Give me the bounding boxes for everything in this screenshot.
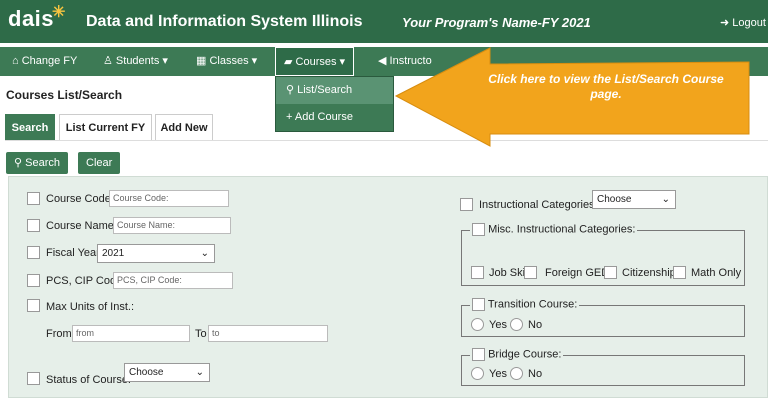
foreign-ged-label: Foreign GED	[545, 267, 610, 279]
instructional-categories-label: Instructional Categories:	[479, 199, 598, 211]
fiscal-year-checkbox[interactable]	[27, 246, 40, 259]
from-input[interactable]: from	[72, 325, 190, 342]
clear-button[interactable]: Clear	[78, 152, 121, 174]
program-name: Your Program's Name-FY 2021	[402, 15, 591, 30]
app-title: Data and Information System Illinois	[86, 13, 363, 30]
book-icon: ▰	[284, 56, 296, 68]
status-checkbox[interactable]	[27, 372, 40, 385]
misc-categories-checkbox[interactable]	[472, 223, 485, 236]
transition-course-group: Transition Course: Yes No	[461, 298, 745, 337]
status-label: Status of Course:	[46, 374, 131, 386]
page-title: Courses List/Search	[6, 88, 123, 102]
transition-legend: Transition Course:	[470, 298, 580, 311]
to-label: To	[195, 328, 207, 340]
caret-down-icon: ▾	[162, 55, 168, 67]
tab-search[interactable]: Search	[5, 114, 55, 140]
max-units-label: Max Units of Inst.:	[46, 301, 135, 313]
chevron-down-icon: ⌄	[195, 367, 204, 378]
sun-burst-icon: ✳	[52, 4, 66, 21]
math-only-checkbox[interactable]	[673, 266, 686, 279]
caret-down-icon: ▾	[339, 56, 346, 68]
plus-icon: +	[286, 111, 295, 123]
search-button[interactable]: ⚲ Search	[6, 152, 68, 174]
menu-item-add-course[interactable]: + Add Course	[276, 104, 393, 131]
bridge-legend: Bridge Course:	[470, 348, 564, 361]
citizenship-checkbox[interactable]	[604, 266, 617, 279]
tab-add-new[interactable]: Add New	[155, 114, 213, 140]
status-select[interactable]: Choose ⌄	[124, 363, 210, 382]
app-header: dais ✳ Data and Information System Illino…	[0, 0, 768, 43]
transition-no-radio[interactable]	[510, 318, 523, 331]
max-units-checkbox[interactable]	[27, 299, 40, 312]
transition-checkbox[interactable]	[472, 298, 485, 311]
foreign-ged-checkbox[interactable]	[524, 266, 537, 279]
callout-text: Click here to view the List/Search Cours…	[488, 72, 724, 101]
nav-courses[interactable]: ▰ Courses ▾	[275, 47, 355, 76]
bridge-no-label: No	[528, 368, 543, 380]
from-label: From	[46, 328, 72, 340]
pcs-cip-checkbox[interactable]	[27, 274, 40, 287]
instructional-categories-checkbox[interactable]	[460, 198, 473, 211]
nav-change-fy[interactable]: ⌂ Change FY	[12, 47, 77, 76]
math-only-label: Math Only	[691, 267, 742, 279]
job-skill-checkbox[interactable]	[471, 266, 484, 279]
bridge-course-group: Bridge Course: Yes No	[461, 348, 745, 386]
building-icon: ▦	[196, 55, 210, 67]
bullhorn-icon: ◀	[378, 55, 390, 67]
nav-classes[interactable]: ▦ Classes ▾	[196, 47, 257, 76]
citizenship-label: Citizenship	[622, 267, 676, 279]
chevron-down-icon: ⌄	[661, 194, 670, 205]
transition-no-label: No	[528, 319, 543, 331]
course-code-label: Course Code:	[46, 193, 114, 205]
nav-students[interactable]: ♙ Students ▾	[103, 47, 168, 76]
chevron-down-icon: ⌄	[200, 248, 209, 259]
misc-categories-group: Misc. Instructional Categories: Job Skil…	[461, 223, 745, 286]
course-name-label: Course Name:	[46, 220, 117, 232]
transition-yes-label: Yes	[489, 319, 507, 331]
bridge-yes-label: Yes	[489, 368, 507, 380]
bridge-no-radio[interactable]	[510, 367, 523, 380]
to-input[interactable]: to	[208, 325, 328, 342]
fiscal-year-select[interactable]: 2021 ⌄	[97, 244, 215, 263]
bridge-yes-radio[interactable]	[471, 367, 484, 380]
home-icon: ⌂	[12, 55, 22, 67]
misc-categories-legend: Misc. Instructional Categories:	[470, 223, 638, 236]
logout-icon: ➜	[720, 17, 733, 29]
search-form: Course Code: Course Code: Course Name: C…	[8, 176, 768, 398]
dais-logo[interactable]: dais ✳	[8, 4, 65, 32]
person-icon: ♙	[103, 55, 116, 67]
menu-item-list-search[interactable]: ⚲ List/Search	[276, 77, 393, 104]
course-code-input[interactable]: Course Code:	[109, 190, 229, 207]
course-name-checkbox[interactable]	[27, 219, 40, 232]
search-icon: ⚲	[14, 157, 26, 169]
transition-yes-radio[interactable]	[471, 318, 484, 331]
pcs-cip-input[interactable]: PCS, CIP Code:	[113, 272, 233, 289]
search-icon: ⚲	[286, 84, 298, 96]
bridge-checkbox[interactable]	[472, 348, 485, 361]
fiscal-year-label: Fiscal Year:	[46, 247, 103, 259]
course-code-checkbox[interactable]	[27, 192, 40, 205]
caret-down-icon: ▾	[251, 55, 258, 67]
courses-dropdown: ⚲ List/Search + Add Course	[275, 76, 394, 132]
tab-list-current-fy[interactable]: List Current FY	[59, 114, 152, 140]
logout-link[interactable]: ➜ Logout	[720, 16, 766, 29]
instructional-categories-select[interactable]: Choose ⌄	[592, 190, 676, 209]
course-name-input[interactable]: Course Name:	[113, 217, 231, 234]
